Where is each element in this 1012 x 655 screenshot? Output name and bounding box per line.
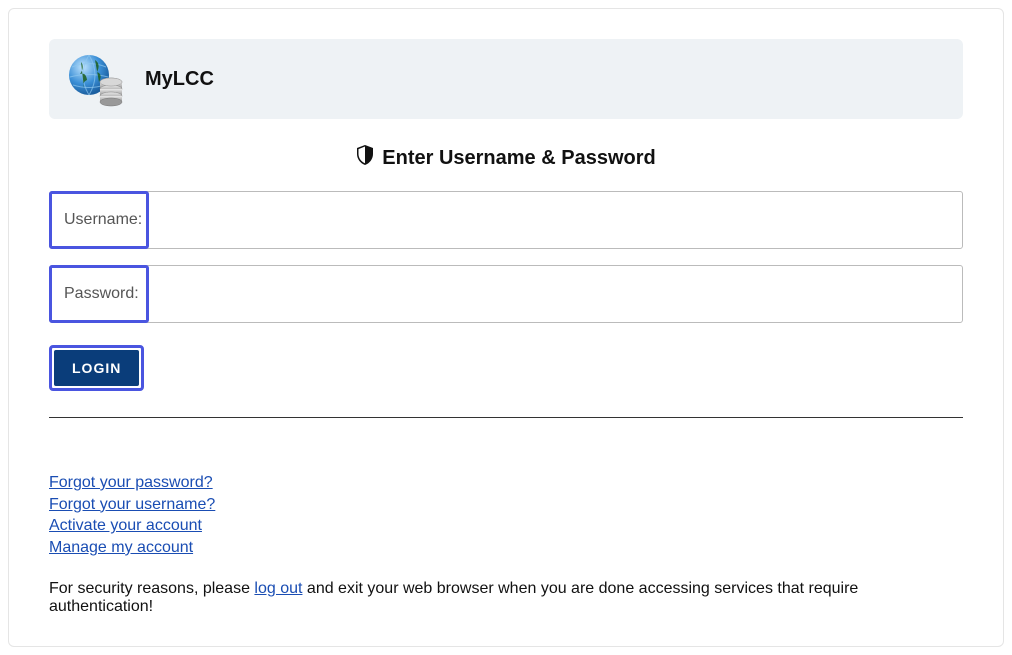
password-input[interactable] — [150, 266, 962, 322]
manage-account-link[interactable]: Manage my account — [49, 537, 193, 559]
banner: MyLCC — [49, 39, 963, 119]
form-heading-text: Enter Username & Password — [382, 147, 655, 170]
login-button-highlight: LOGIN — [49, 345, 144, 391]
banner-title: MyLCC — [145, 68, 214, 91]
username-input[interactable] — [150, 192, 962, 248]
password-label: Password: — [49, 265, 149, 323]
username-row: Username: — [49, 191, 963, 249]
forgot-password-link[interactable]: Forgot your password? — [49, 472, 213, 494]
username-label: Username: — [49, 191, 149, 249]
security-note-prefix: For security reasons, please — [49, 580, 254, 597]
divider — [49, 417, 963, 418]
security-note: For security reasons, please log out and… — [49, 580, 963, 616]
login-card: MyLCC Enter Username & Password Username… — [8, 8, 1004, 647]
activate-account-link[interactable]: Activate your account — [49, 515, 202, 537]
password-row: Password: — [49, 265, 963, 323]
help-links: Forgot your password? Forgot your userna… — [49, 472, 963, 558]
form-heading: Enter Username & Password — [49, 145, 963, 171]
site-logo — [67, 52, 127, 107]
forgot-username-link[interactable]: Forgot your username? — [49, 494, 215, 516]
logout-link[interactable]: log out — [254, 580, 302, 597]
login-button[interactable]: LOGIN — [54, 350, 139, 386]
shield-icon — [356, 145, 374, 171]
